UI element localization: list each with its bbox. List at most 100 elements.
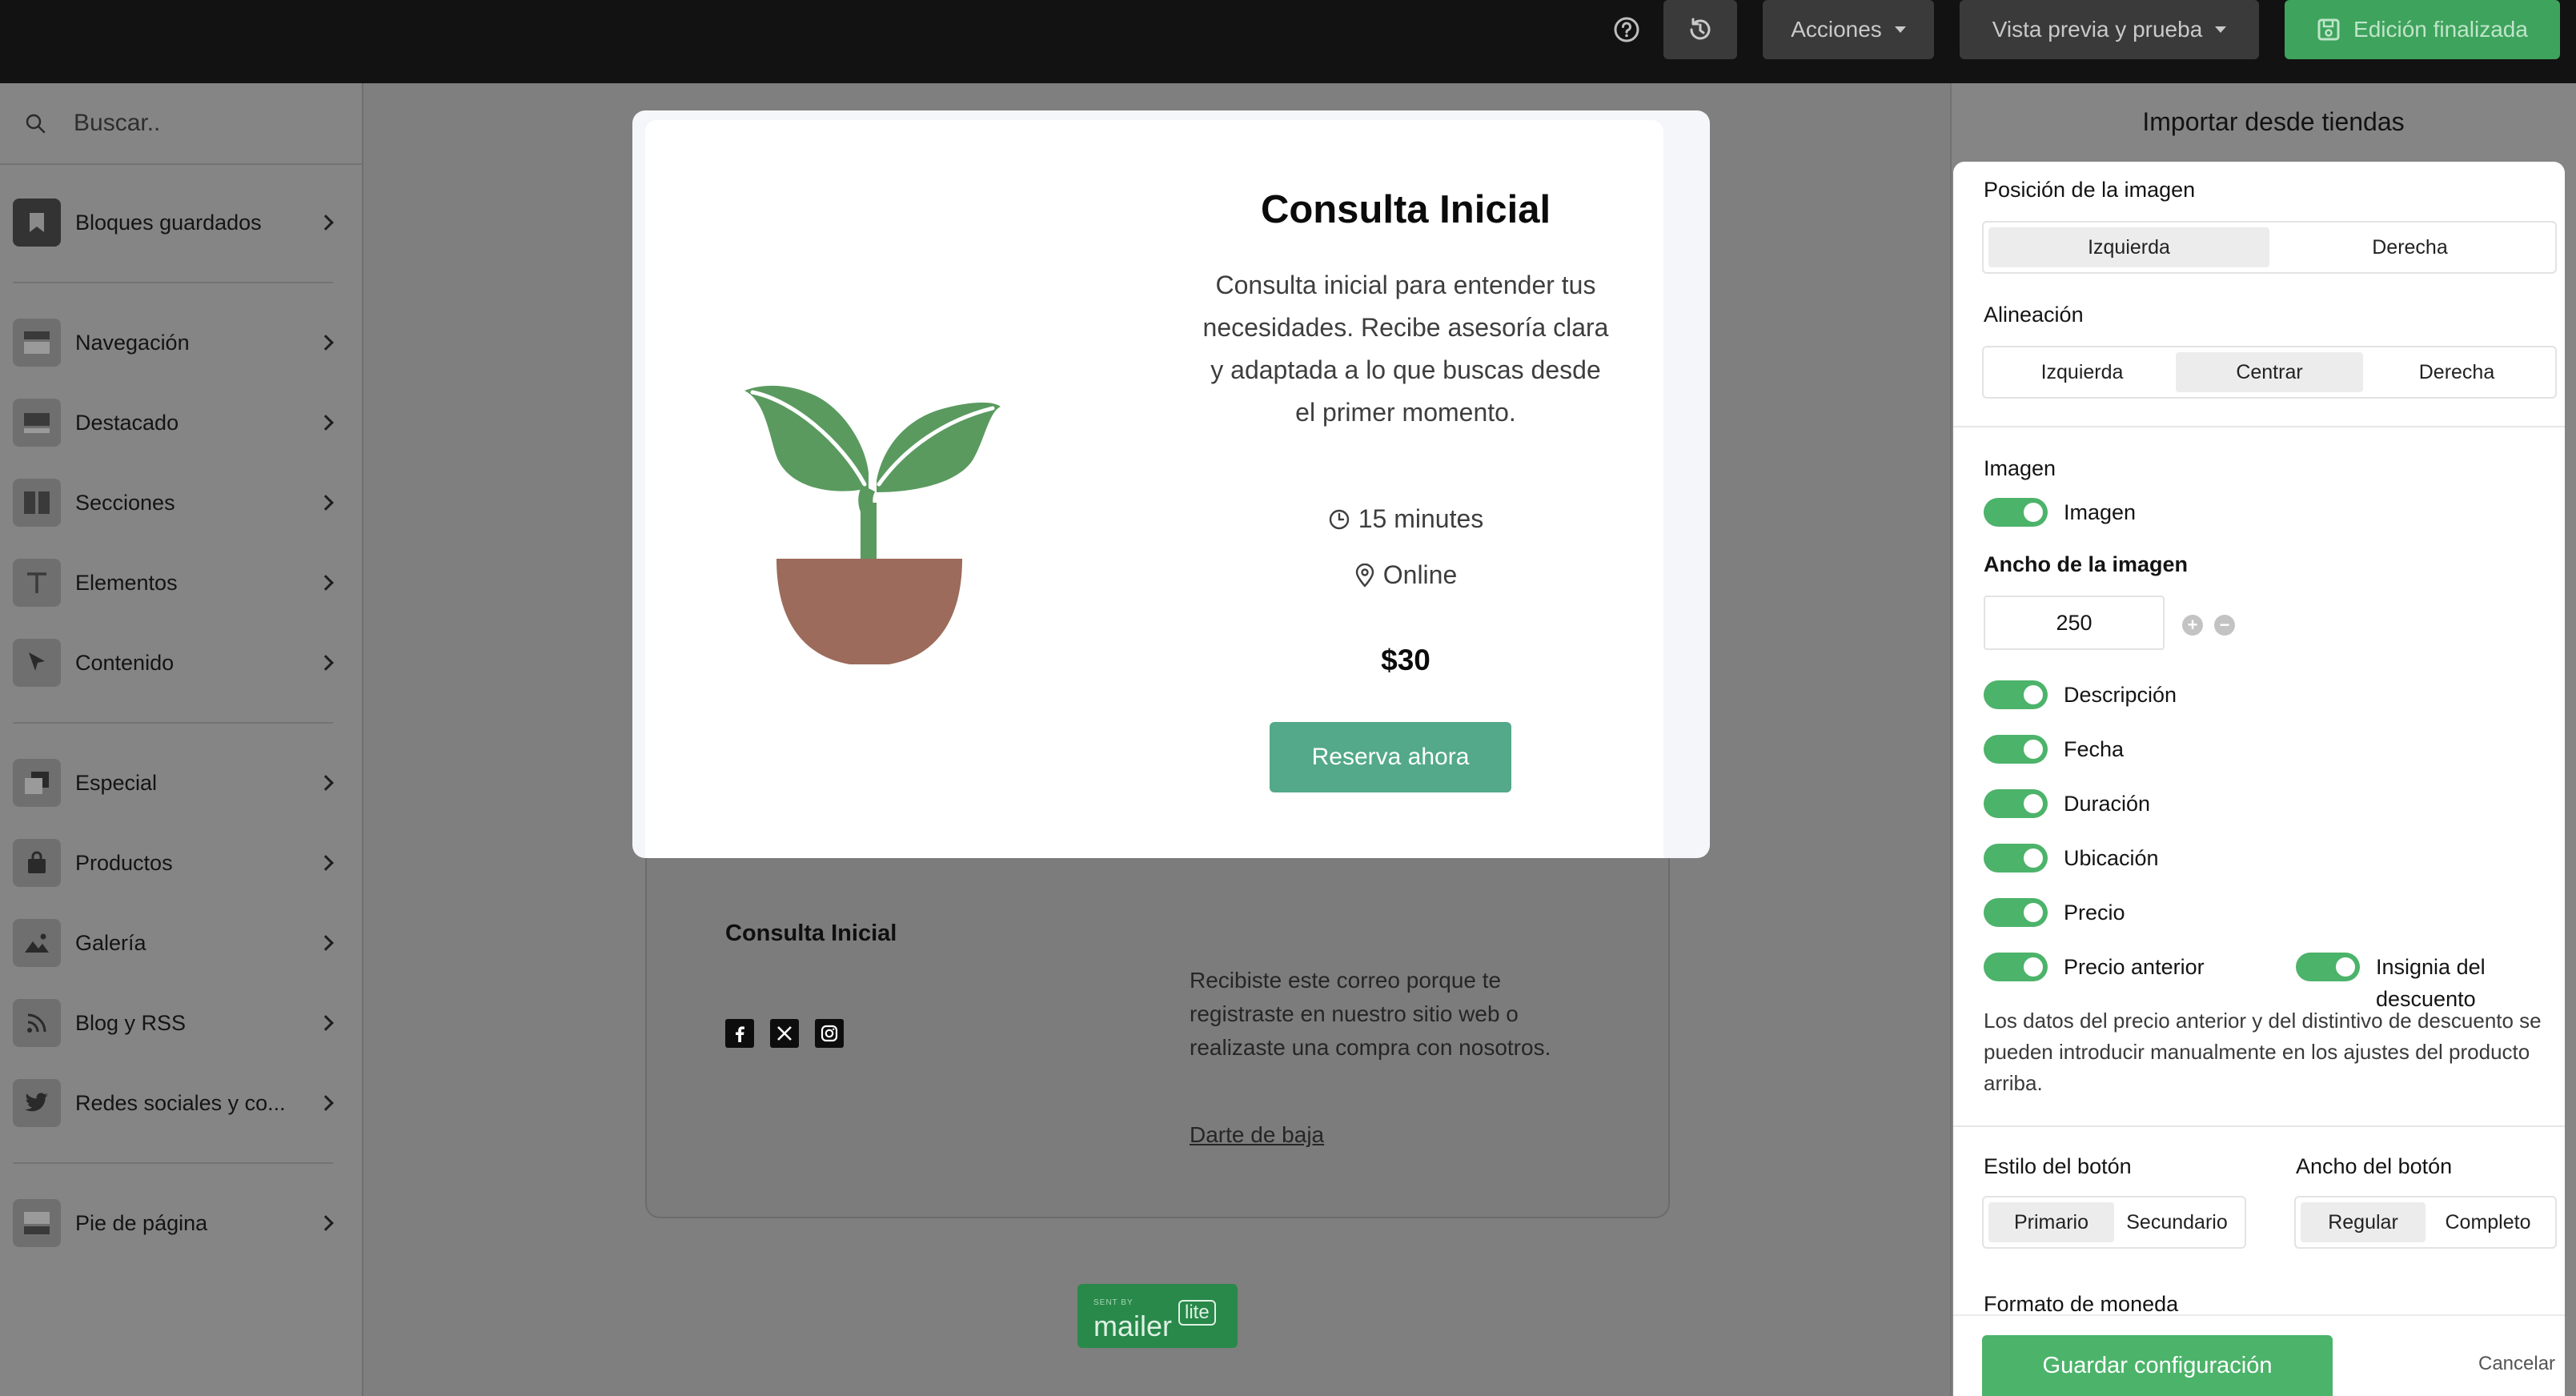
sidebar-item-label: Productos bbox=[75, 850, 173, 875]
price-toggle[interactable] bbox=[1984, 898, 2048, 927]
sidebar-item-label: Blog y RSS bbox=[75, 1010, 187, 1035]
alignment-segmented: Izquierda Centrar Derecha bbox=[1982, 346, 2557, 399]
sidebar-item-label: Contenido bbox=[75, 650, 175, 675]
toggle-label: Precio bbox=[2064, 900, 2125, 925]
alignment-left[interactable]: Izquierda bbox=[1988, 352, 2176, 392]
discount-badge-toggle[interactable] bbox=[2296, 953, 2360, 981]
image-toggle[interactable] bbox=[1984, 498, 2048, 527]
chevron-right-icon bbox=[318, 415, 334, 431]
cursor-icon bbox=[13, 639, 61, 687]
description-toggle[interactable] bbox=[1984, 680, 2048, 709]
button-width-label: Ancho del botón bbox=[2296, 1154, 2453, 1178]
toggle-label: Imagen bbox=[2064, 499, 2137, 524]
chevron-right-icon bbox=[318, 495, 334, 511]
sidebar-item-sections[interactable]: Secciones bbox=[13, 477, 341, 528]
special-icon bbox=[13, 759, 61, 807]
sidebar-item-special[interactable]: Especial bbox=[13, 757, 341, 808]
image-position-right[interactable]: Derecha bbox=[2269, 227, 2550, 267]
alignment-center[interactable]: Centrar bbox=[2176, 352, 2363, 392]
sidebar-item-products[interactable]: Productos bbox=[13, 837, 341, 889]
done-label: Edición finalizada bbox=[2353, 17, 2528, 42]
button-style-secondary[interactable]: Secundario bbox=[2114, 1202, 2240, 1242]
top-bar: Acciones Vista previa y prueba Edición f… bbox=[0, 0, 2576, 83]
location-toggle[interactable] bbox=[1984, 844, 2048, 872]
sidebar-item-saved-blocks[interactable]: Bloques guardados bbox=[13, 197, 341, 248]
image-position-segmented: Izquierda Derecha bbox=[1982, 221, 2557, 274]
x-twitter-icon[interactable] bbox=[770, 1019, 799, 1048]
date-toggle-row: Fecha bbox=[1984, 735, 2124, 764]
cancel-button[interactable]: Cancelar bbox=[2478, 1353, 2555, 1375]
chevron-right-icon bbox=[318, 1215, 334, 1231]
chevron-right-icon bbox=[318, 655, 334, 671]
button-style-primary[interactable]: Primario bbox=[1988, 1202, 2114, 1242]
chevron-right-icon bbox=[318, 855, 334, 871]
product-title: Consulta Inicial bbox=[1260, 188, 1551, 231]
search-input[interactable] bbox=[74, 110, 338, 137]
sidebar-item-navigation[interactable]: Navegación bbox=[13, 317, 341, 368]
old-price-toggle[interactable] bbox=[1984, 953, 2048, 981]
facebook-icon[interactable] bbox=[725, 1019, 754, 1048]
rss-icon bbox=[13, 999, 61, 1047]
chevron-right-icon bbox=[318, 335, 334, 351]
button-width-full[interactable]: Completo bbox=[2426, 1202, 2550, 1242]
image-position-left[interactable]: Izquierda bbox=[1988, 227, 2269, 267]
chevron-right-icon bbox=[318, 575, 334, 591]
save-icon bbox=[2317, 18, 2340, 41]
sidebar-item-label: Especial bbox=[75, 770, 158, 795]
history-icon[interactable] bbox=[1663, 0, 1737, 59]
help-icon[interactable] bbox=[1603, 0, 1651, 59]
clock-icon bbox=[1329, 509, 1349, 529]
duration-toggle[interactable] bbox=[1984, 789, 2048, 818]
image-position-label: Posición de la imagen bbox=[1984, 178, 2196, 202]
toggle-label: Duración bbox=[2064, 791, 2151, 816]
preview-and-test-dropdown[interactable]: Vista previa y prueba bbox=[1960, 0, 2259, 59]
product-preview-modal: Consulta Inicial Consulta inicial para e… bbox=[632, 110, 1710, 858]
done-editing-button[interactable]: Edición finalizada bbox=[2285, 0, 2560, 59]
blocks-sidebar: Bloques guardados Navegación Destacado S… bbox=[0, 83, 363, 1396]
sidebar-item-footer[interactable]: Pie de página bbox=[13, 1197, 341, 1249]
currency-format-label: Formato de moneda bbox=[1984, 1292, 2179, 1316]
location-text: Online bbox=[1382, 560, 1458, 589]
badge-lite: lite bbox=[1178, 1300, 1216, 1326]
increase-width-icon[interactable]: + bbox=[2182, 615, 2203, 636]
actions-dropdown[interactable]: Acciones bbox=[1763, 0, 1934, 59]
plant-image bbox=[744, 385, 1001, 664]
sidebar-item-label: Galería bbox=[75, 930, 146, 955]
product-price: $30 bbox=[1381, 644, 1430, 676]
footer-disclaimer: Recibiste este correo porque te registra… bbox=[1190, 968, 1551, 1060]
old-price-toggle-row: Precio anterior bbox=[1984, 953, 2205, 981]
price-toggle-row: Precio bbox=[1984, 898, 2125, 927]
sidebar-item-elements[interactable]: Elementos bbox=[13, 557, 341, 608]
sidebar-divider bbox=[13, 722, 333, 724]
unsubscribe-link[interactable]: Darte de baja bbox=[1190, 1122, 1324, 1148]
mailerlite-badge[interactable]: SENT BY mailer lite bbox=[1077, 1284, 1238, 1348]
navigation-icon bbox=[13, 319, 61, 367]
instagram-icon[interactable] bbox=[815, 1019, 844, 1048]
sidebar-item-label: Secciones bbox=[75, 490, 175, 515]
sidebar-item-label: Elementos bbox=[75, 570, 178, 595]
panel-divider bbox=[1953, 1125, 2565, 1127]
save-settings-button[interactable]: Guardar configuración bbox=[1982, 1335, 2333, 1396]
chevron-right-icon bbox=[318, 215, 334, 231]
chevron-down-icon bbox=[2215, 26, 2227, 33]
chevron-right-icon bbox=[318, 1095, 334, 1111]
sidebar-item-blog-rss[interactable]: Blog y RSS bbox=[13, 997, 341, 1049]
image-width-input[interactable] bbox=[1984, 596, 2165, 650]
location-toggle-row: Ubicación bbox=[1984, 844, 2159, 872]
button-width-regular[interactable]: Regular bbox=[2301, 1202, 2426, 1242]
actions-label: Acciones bbox=[1791, 17, 1882, 42]
location-pin-icon bbox=[1355, 563, 1374, 588]
sidebar-item-label: Destacado bbox=[75, 410, 179, 435]
date-toggle[interactable] bbox=[1984, 735, 2048, 764]
panel-divider bbox=[1953, 426, 2565, 427]
alignment-right[interactable]: Derecha bbox=[2363, 352, 2550, 392]
sidebar-item-gallery[interactable]: Galería bbox=[13, 917, 341, 969]
sidebar-item-featured[interactable]: Destacado bbox=[13, 397, 341, 448]
product-duration: 15 minutes bbox=[1190, 504, 1622, 534]
decrease-width-icon[interactable]: − bbox=[2214, 615, 2235, 636]
book-now-button[interactable]: Reserva ahora bbox=[1270, 722, 1511, 792]
text-icon bbox=[13, 559, 61, 607]
sidebar-item-content[interactable]: Contenido bbox=[13, 637, 341, 688]
sidebar-item-social[interactable]: Redes sociales y co... bbox=[13, 1077, 341, 1129]
chevron-right-icon bbox=[318, 1015, 334, 1031]
